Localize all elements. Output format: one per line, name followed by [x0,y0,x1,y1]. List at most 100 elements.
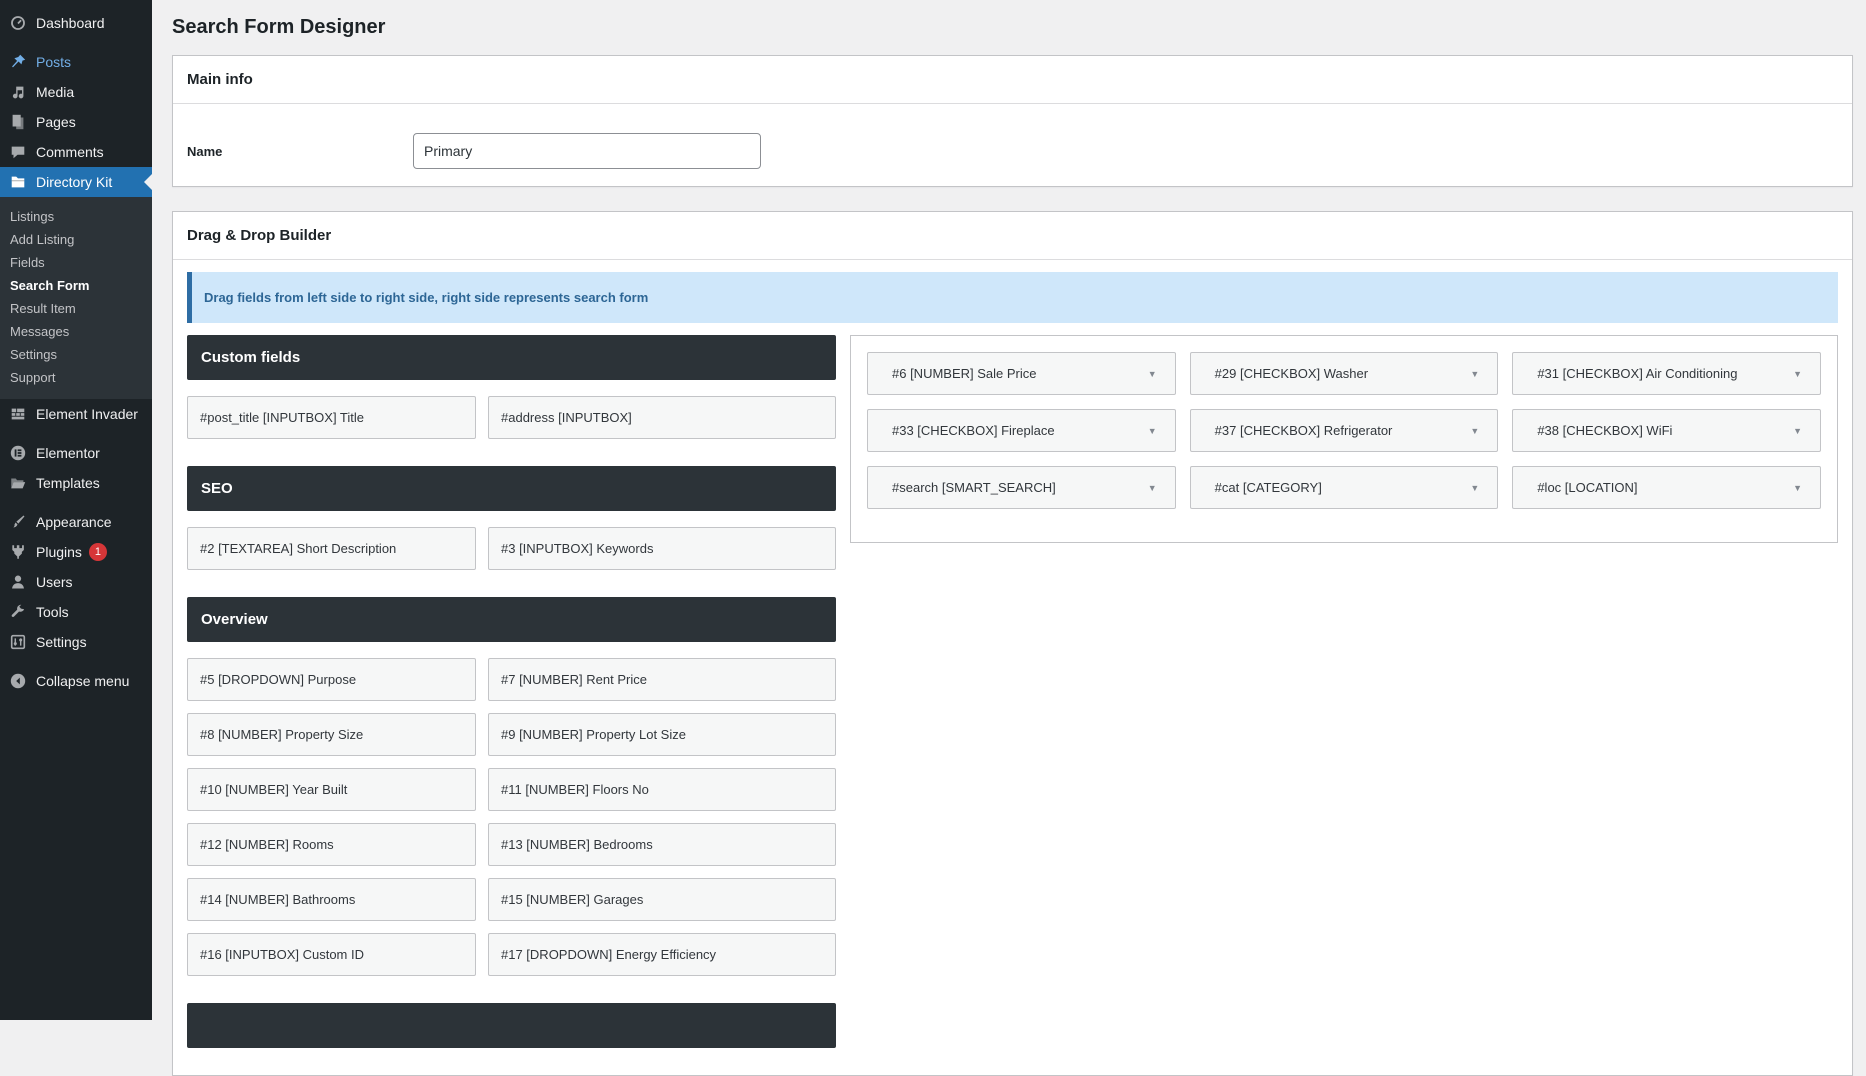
chevron-down-icon: ▼ [1793,369,1802,379]
section-header: Overview [187,597,836,642]
user-icon [8,572,28,592]
sidebar-item-element-invader[interactable]: Element Invader [0,399,152,429]
search-form-field[interactable]: #31 [CHECKBOX] Air Conditioning ▼ [1512,352,1821,395]
sidebar-subitem-result-item[interactable]: Result Item [0,297,152,320]
grid-icon [8,404,28,424]
menu-separator [0,429,152,438]
search-form-field-label: #31 [CHECKBOX] Air Conditioning [1537,366,1737,381]
folder-icon [8,172,28,192]
sidebar-item-label: Media [36,84,74,100]
search-form-field-label: #33 [CHECKBOX] Fireplace [892,423,1055,438]
draggable-field[interactable]: #9 [NUMBER] Property Lot Size [488,713,836,756]
sidebar-item-directory-kit[interactable]: Directory Kit [0,167,152,197]
draggable-field[interactable]: #address [INPUTBOX] [488,396,836,439]
search-form-field[interactable]: #loc [LOCATION]▼ [1512,466,1821,509]
draggable-field[interactable]: #8 [NUMBER] Property Size [187,713,476,756]
sidebar-item-tools[interactable]: Tools [0,597,152,627]
plug-icon [8,542,28,562]
draggable-field[interactable]: #13 [NUMBER] Bedrooms [488,823,836,866]
pages-icon [8,112,28,132]
main-info-body: Name [173,104,1852,186]
sidebar-item-media[interactable]: Media [0,77,152,107]
sliders-icon [8,632,28,652]
chevron-down-icon: ▼ [1148,369,1157,379]
builder-card: Drag & Drop Builder Drag fields from lef… [172,211,1853,1076]
page-title: Search Form Designer [172,16,1853,39]
sidebar-item-label: Users [36,574,73,590]
sidebar-item-label: Collapse menu [36,673,129,689]
search-form-field[interactable]: #6 [NUMBER] Sale Price ▼ [867,352,1176,395]
main-info-card-title: Main info [173,56,1852,104]
sidebar-subitem-messages[interactable]: Messages [0,320,152,343]
search-form-field[interactable]: #search [SMART_SEARCH] ▼ [867,466,1176,509]
search-form-field-label: #6 [NUMBER] Sale Price [892,366,1037,381]
sidebar-item-pages[interactable]: Pages [0,107,152,137]
builder-notice: Drag fields from left side to right side… [187,272,1838,323]
field-section-cutoff [187,1003,836,1048]
draggable-field[interactable]: #5 [DROPDOWN] Purpose [187,658,476,701]
chevron-down-icon: ▼ [1793,426,1802,436]
sidebar-item-users[interactable]: Users [0,567,152,597]
sidebar-item-label: Appearance [36,514,112,530]
sidebar-item-label: Element Invader [36,406,138,422]
chevron-down-icon: ▼ [1470,426,1479,436]
sidebar-subitem-fields[interactable]: Fields [0,251,152,274]
sidebar-subitem-support[interactable]: Support [0,366,152,389]
draggable-field[interactable]: #3 [INPUTBOX] Keywords [488,527,836,570]
sidebar-item-label: Dashboard [36,15,105,31]
pushpin-icon [8,52,28,72]
search-form-field-label: #cat [CATEGORY] [1215,480,1322,495]
sidebar-item-settings[interactable]: Settings [0,627,152,657]
draggable-field[interactable]: #16 [INPUTBOX] Custom ID [187,933,476,976]
sidebar-item-plugins[interactable]: Plugins1 [0,537,152,567]
draggable-field[interactable]: #11 [NUMBER] Floors No [488,768,836,811]
sidebar-item-appearance[interactable]: Appearance [0,507,152,537]
draggable-field[interactable]: #10 [NUMBER] Year Built [187,768,476,811]
search-form-field[interactable]: #33 [CHECKBOX] Fireplace▼ [867,409,1176,452]
draggable-field[interactable]: #2 [TEXTAREA] Short Description [187,527,476,570]
sidebar-item-label: Settings [36,634,87,650]
draggable-field[interactable]: #post_title [INPUTBOX] Title [187,396,476,439]
comment-icon [8,142,28,162]
draggable-field[interactable]: #15 [NUMBER] Garages [488,878,836,921]
draggable-field[interactable]: #17 [DROPDOWN] Energy Efficiency [488,933,836,976]
name-label: Name [187,144,413,159]
sidebar-item-comments[interactable]: Comments [0,137,152,167]
search-form-field[interactable]: #cat [CATEGORY] ▼ [1190,466,1499,509]
sidebar-item-label: Tools [36,604,69,620]
sidebar-item-templates[interactable]: Templates [0,468,152,498]
media-icon [8,82,28,102]
sidebar-subitem-search-form[interactable]: Search Form [0,274,152,297]
search-form-field[interactable]: #37 [CHECKBOX] Refrigerator▼ [1190,409,1499,452]
sidebar-item-dashboard[interactable]: Dashboard [0,8,152,38]
sidebar-item-label: Directory Kit [36,174,112,190]
search-form-field[interactable]: #38 [CHECKBOX] WiFi ▼ [1512,409,1821,452]
available-fields-panel: Custom fields#post_title [INPUTBOX] Titl… [187,335,836,1075]
sidebar-subitem-listings[interactable]: Listings [0,205,152,228]
draggable-field[interactable]: #14 [NUMBER] Bathrooms [187,878,476,921]
search-form-field-label: #38 [CHECKBOX] WiFi [1537,423,1672,438]
form-name-input[interactable] [413,133,761,169]
sidebar-subitem-settings[interactable]: Settings [0,343,152,366]
admin-sidebar: Dashboard Posts Media PagesComments Director… [0,0,152,1020]
sidebar-item-posts[interactable]: Posts [0,47,152,77]
menu-separator [0,657,152,666]
builder-card-title: Drag & Drop Builder [173,212,1852,260]
sidebar-item-collapse-menu[interactable]: Collapse menu [0,666,152,696]
sidebar-subitem-add-listing[interactable]: Add Listing [0,228,152,251]
chevron-down-icon: ▼ [1148,483,1157,493]
main-info-card: Main info Name [172,55,1853,187]
search-form-field-label: #search [SMART_SEARCH] [892,480,1056,495]
sidebar-item-elementor[interactable]: Elementor [0,438,152,468]
search-form-panel: #6 [NUMBER] Sale Price ▼ #29 [CHECKBOX] Wa… [850,335,1838,543]
paintbrush-icon [8,512,28,532]
directory-kit-submenu: ListingsAdd ListingFieldsSearch FormResu… [0,197,152,399]
menu-separator [0,38,152,47]
plugins-update-badge: 1 [89,543,107,561]
search-form-field-label: #loc [LOCATION] [1537,480,1637,495]
draggable-field[interactable]: #7 [NUMBER] Rent Price [488,658,836,701]
open-folder-icon [8,473,28,493]
draggable-field[interactable]: #12 [NUMBER] Rooms [187,823,476,866]
search-form-field[interactable]: #29 [CHECKBOX] Washer▼ [1190,352,1499,395]
chevron-down-icon: ▼ [1470,483,1479,493]
